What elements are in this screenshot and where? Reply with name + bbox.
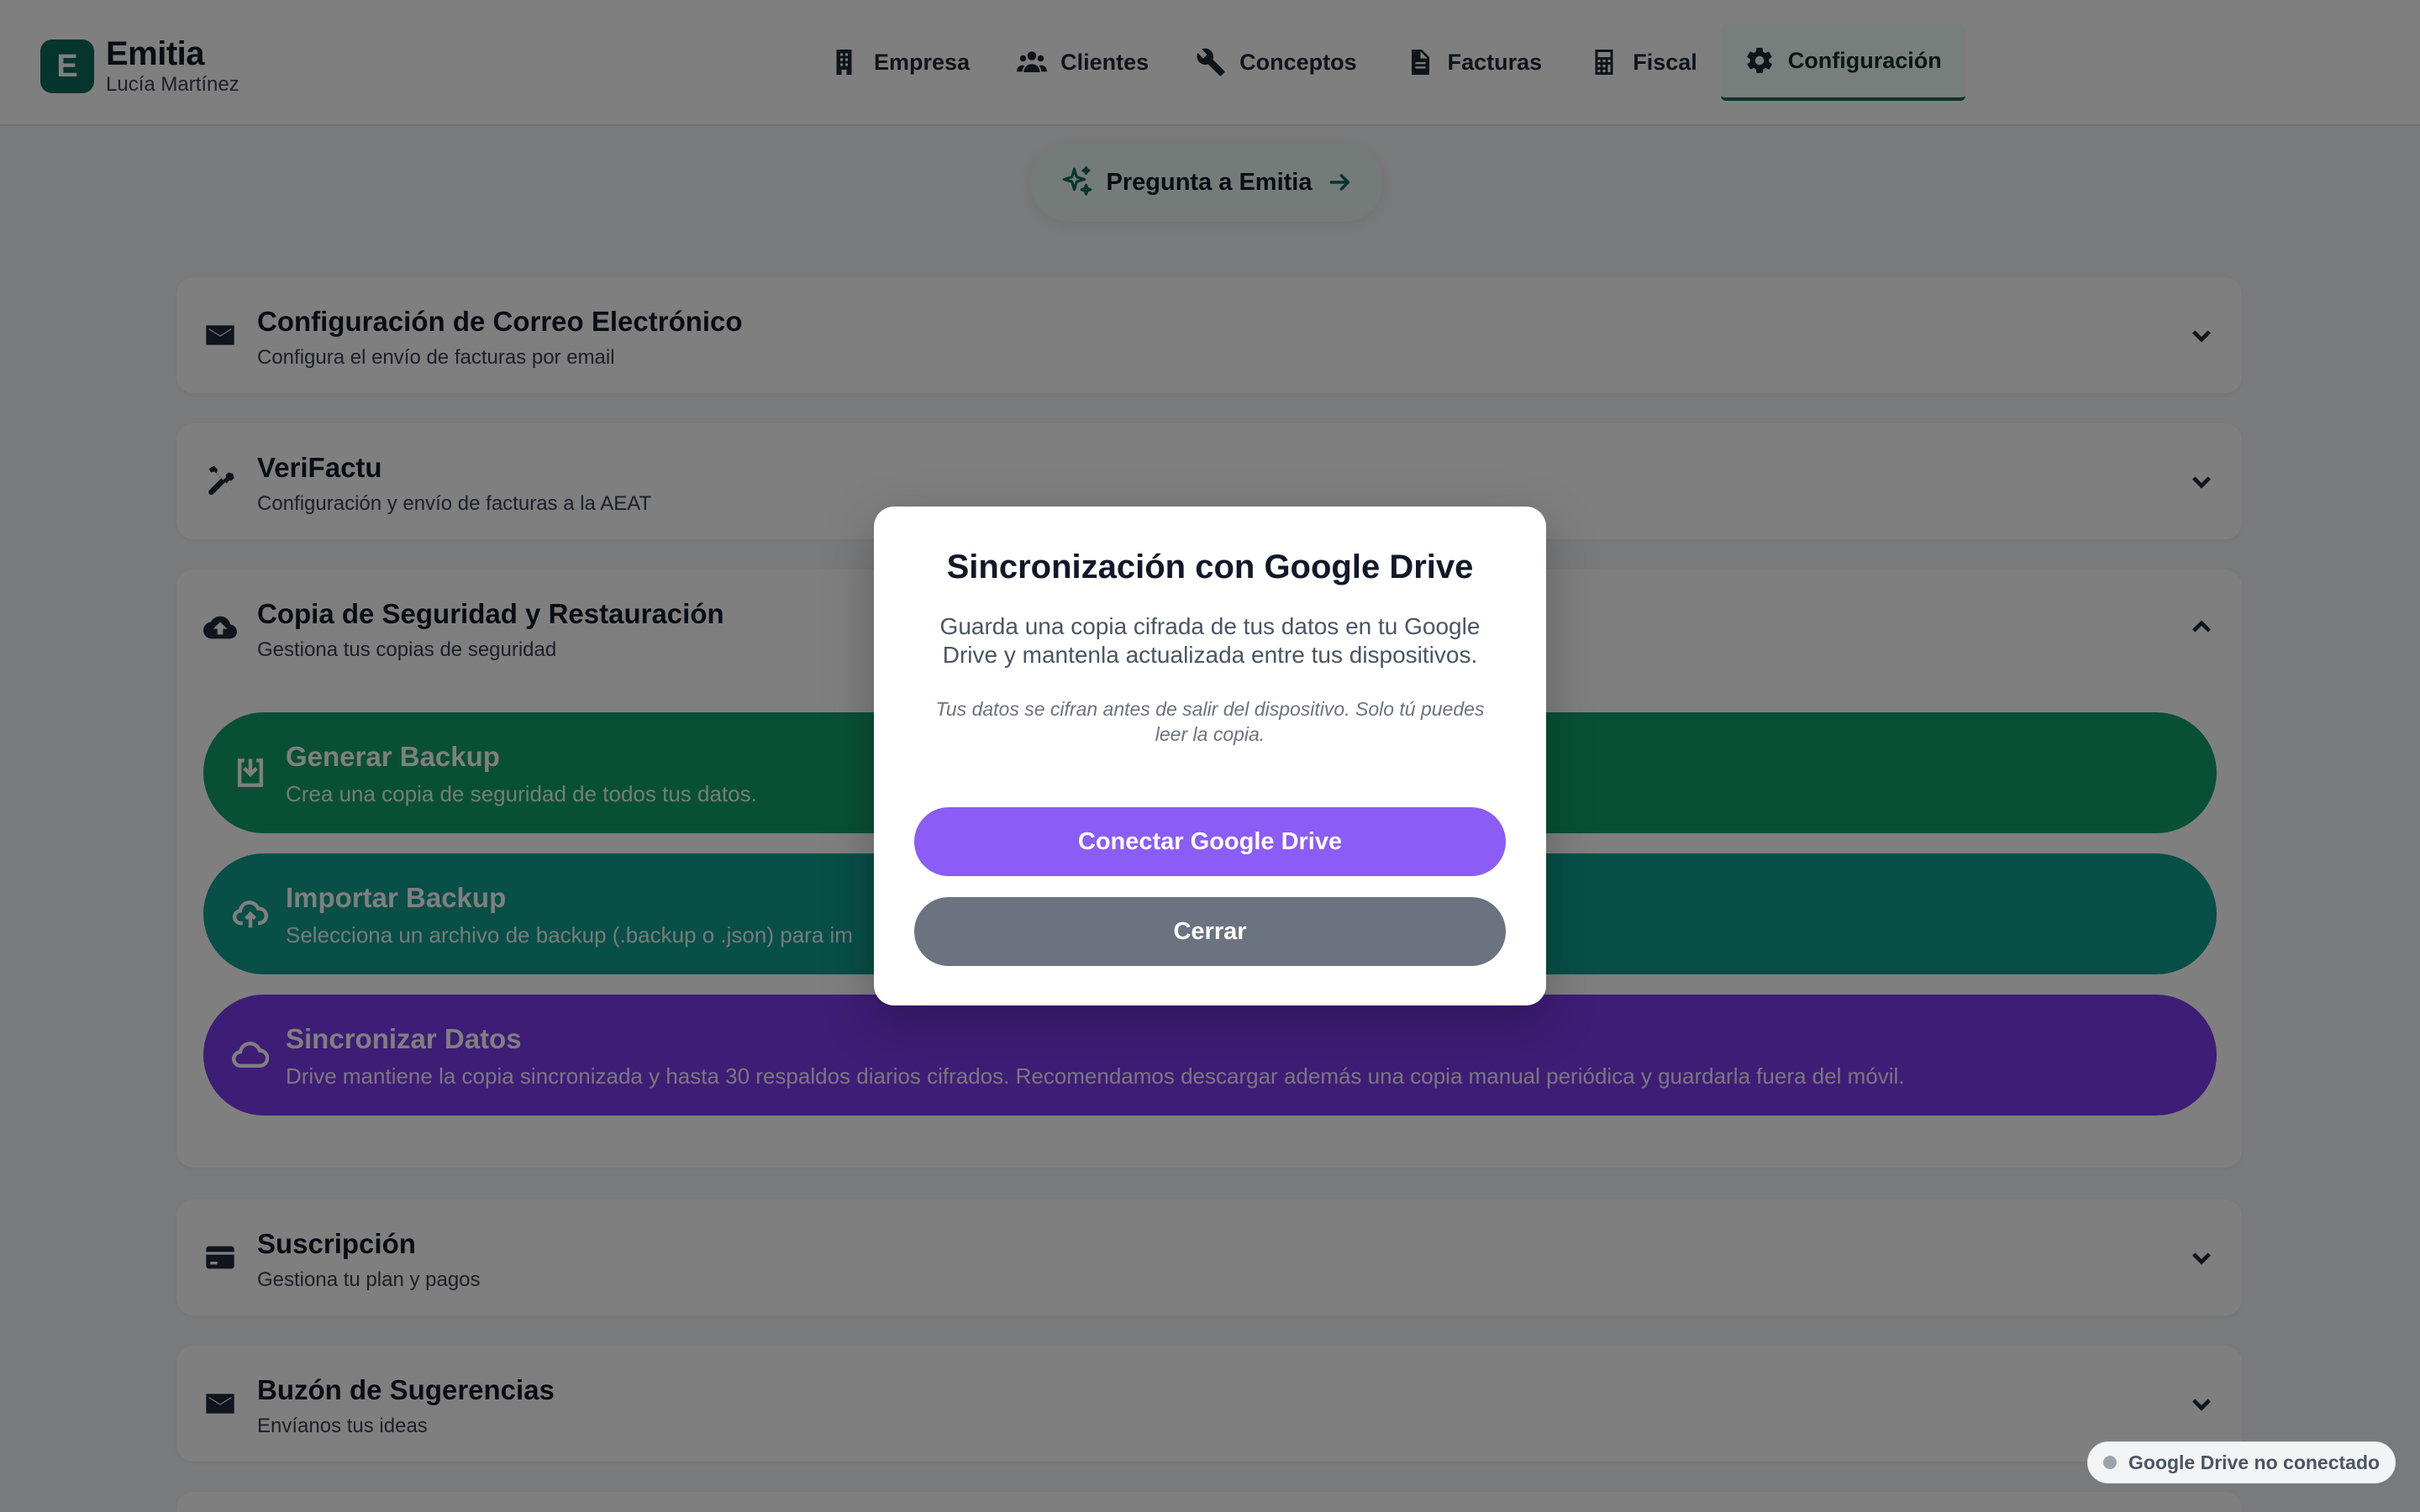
dialog-description: Guarda una copia cifrada de tus datos en… bbox=[939, 613, 1481, 668]
google-drive-sync-dialog: Sincronización con Google Drive Guarda u… bbox=[874, 507, 1546, 1005]
dialog-note: Tus datos se cifran antes de salir del d… bbox=[935, 698, 1485, 745]
connect-google-drive-button[interactable]: Conectar Google Drive bbox=[914, 807, 1506, 876]
status-dot bbox=[2103, 1456, 2117, 1469]
dialog-title: Sincronización con Google Drive bbox=[946, 549, 1474, 585]
drive-status-badge: Google Drive no conectado bbox=[2087, 1441, 2396, 1483]
status-label: Google Drive no conectado bbox=[2128, 1451, 2381, 1473]
close-button[interactable]: Cerrar bbox=[914, 897, 1506, 966]
